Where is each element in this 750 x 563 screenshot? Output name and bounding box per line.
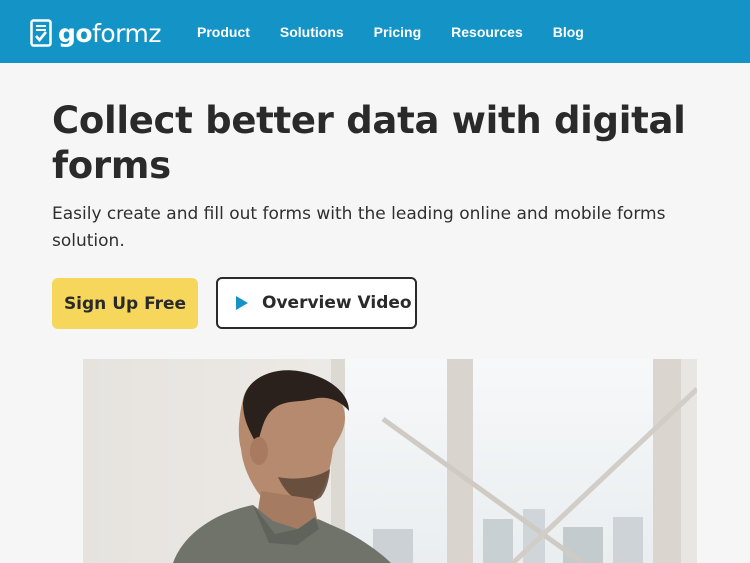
nav-item-resources[interactable]: Resources <box>451 24 523 40</box>
man-by-window-photo <box>83 359 697 563</box>
top-navigation-bar: goformz Product Solutions Pricing Resour… <box>0 0 750 63</box>
nav-item-solutions[interactable]: Solutions <box>280 24 344 40</box>
hero-title: Collect better data with digital forms <box>52 99 686 187</box>
overview-video-label: Overview Video <box>262 293 412 313</box>
logo-wordmark: goformz <box>58 18 161 48</box>
overview-video-button[interactable]: Overview Video <box>216 277 417 329</box>
nav-item-pricing[interactable]: Pricing <box>374 24 421 40</box>
nav-item-blog[interactable]: Blog <box>553 24 584 40</box>
main-nav: Product Solutions Pricing Resources Blog <box>197 0 614 63</box>
sign-up-free-label: Sign Up Free <box>63 293 187 314</box>
hero-subtitle: Easily create and fill out forms with th… <box>52 204 666 251</box>
goformz-logo[interactable]: goformz <box>30 17 161 49</box>
hero-photo <box>83 359 697 563</box>
play-icon <box>236 296 248 310</box>
form-checkbox-icon <box>30 19 52 47</box>
nav-item-product[interactable]: Product <box>197 24 250 40</box>
sign-up-free-button[interactable]: Sign Up Free <box>52 278 198 329</box>
